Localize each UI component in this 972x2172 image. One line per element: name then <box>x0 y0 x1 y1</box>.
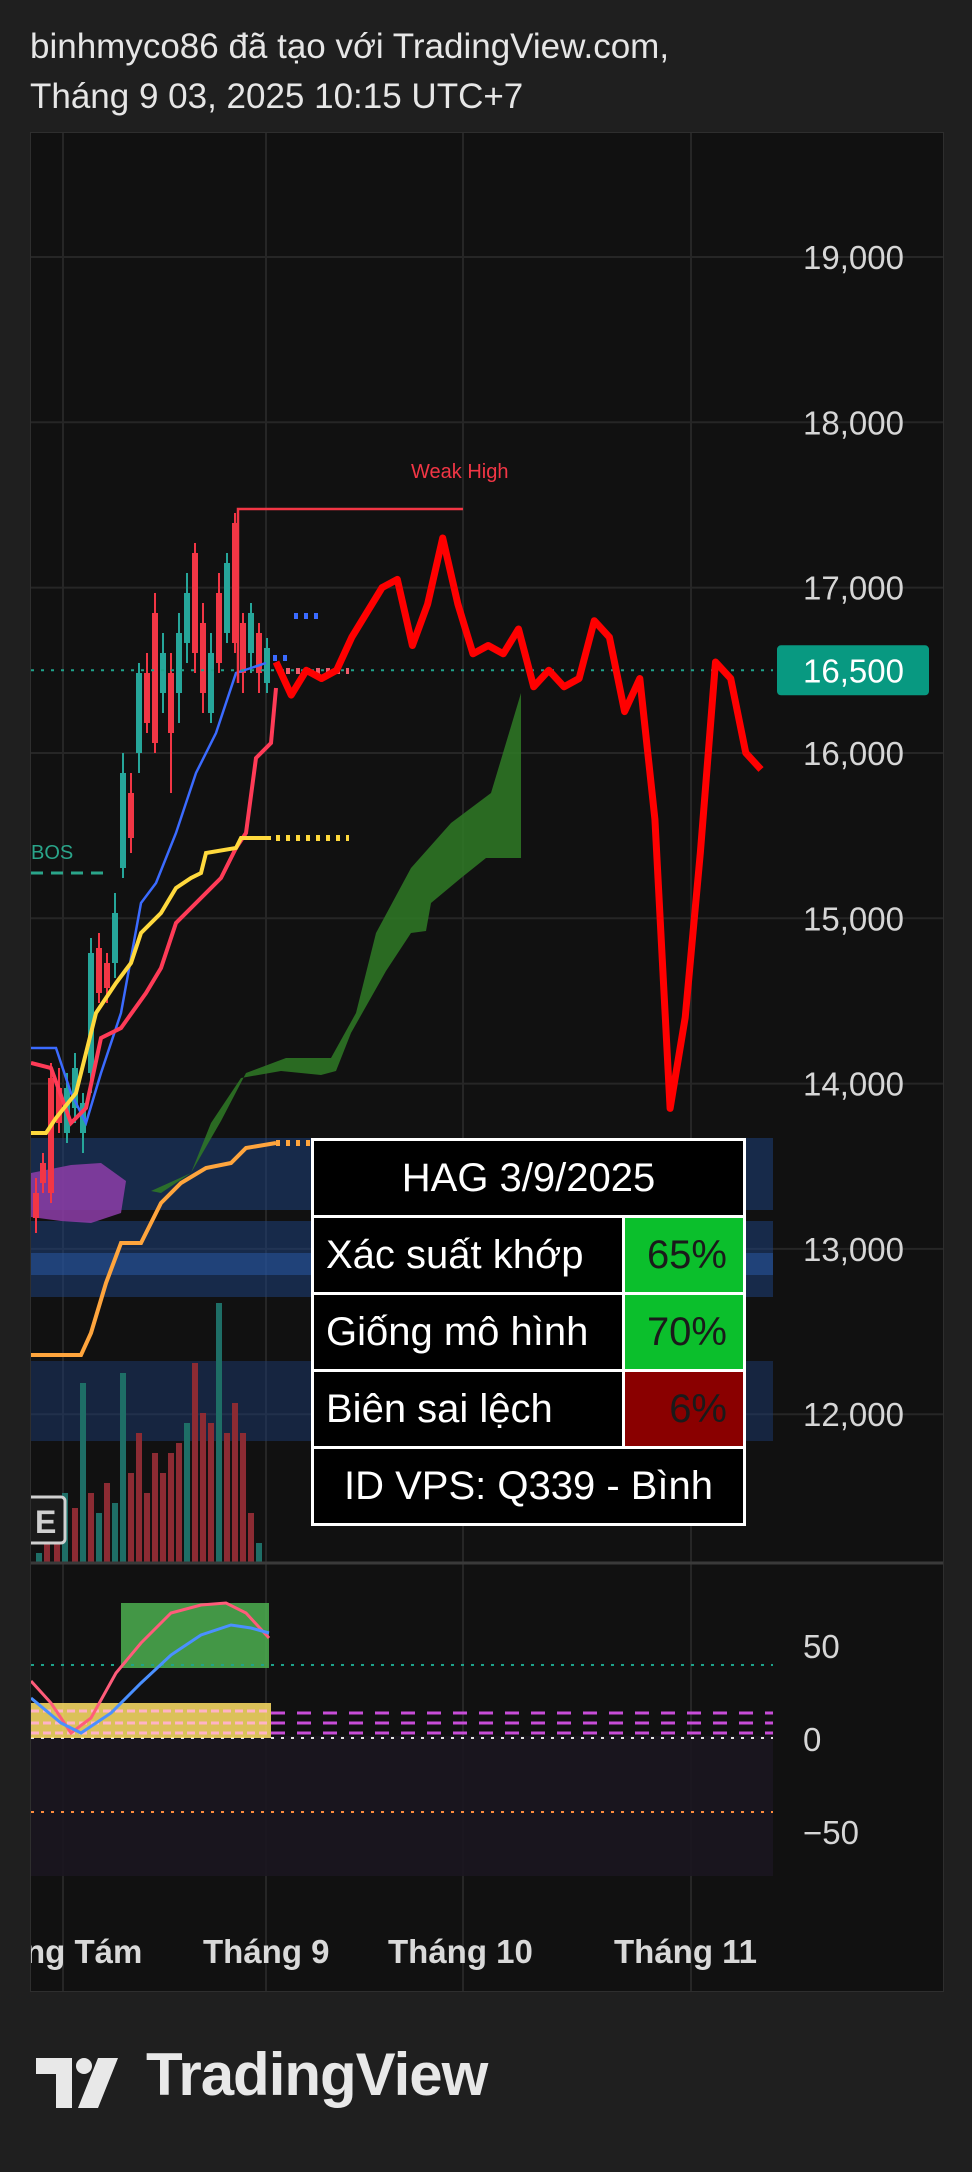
volume-bar <box>72 1508 78 1563</box>
weak-high-label: Weak High <box>411 461 508 483</box>
candle-body <box>224 563 230 633</box>
candle-body <box>248 613 254 653</box>
blue-moving-average <box>31 661 267 1127</box>
x-tick-september: Tháng 9 <box>203 1933 330 1970</box>
candle-body <box>40 1163 46 1183</box>
ichimoku-cloud-green <box>151 693 521 1193</box>
candle-body <box>112 913 118 963</box>
volume-bar <box>184 1423 190 1563</box>
y-tick-label: 15,000 <box>803 900 904 937</box>
price-chart[interactable]: BOS Weak High E 19,000 18,000 17,000 16,000… <box>31 133 943 1991</box>
y-tick-label: 13,000 <box>803 1231 904 1268</box>
badge-label: E <box>35 1504 56 1540</box>
candle-body <box>184 593 190 643</box>
volume-bar <box>152 1453 158 1563</box>
candle-body <box>128 793 134 838</box>
volume-bar <box>160 1473 166 1563</box>
volume-bar <box>256 1543 262 1563</box>
tradingview-logo-icon <box>36 2058 118 2108</box>
candle-body <box>152 613 158 743</box>
svg-text:50: 50 <box>803 1628 840 1665</box>
bos-label: BOS <box>31 842 73 864</box>
tradingview-logo-text: TradingView <box>146 2041 488 2108</box>
y-tick-label: 12,000 <box>803 1396 904 1433</box>
price-candles <box>33 513 270 1233</box>
candle-body <box>264 648 270 683</box>
header-author-line: binhmyco86 đã tạo với TradingView.com, <box>30 27 670 66</box>
svg-text:−50: −50 <box>803 1814 859 1851</box>
candle-body <box>208 653 214 713</box>
volume-bar <box>192 1363 198 1563</box>
volume-bar <box>104 1483 110 1563</box>
volume-bar <box>216 1303 222 1563</box>
header-date-line: Tháng 9 03, 2025 10:15 UTC+7 <box>30 77 524 116</box>
info-row: Biên sai lệch 6% <box>311 1369 746 1449</box>
info-row: Giống mô hình 70% <box>311 1292 746 1372</box>
candle-body <box>33 1193 39 1218</box>
x-tick-august: ng Tám <box>31 1933 142 1970</box>
info-row-label: Biên sai lệch <box>311 1369 625 1449</box>
candle-body <box>192 553 198 653</box>
volume-bar <box>224 1433 230 1563</box>
info-row-label: Xác suất khớp <box>311 1215 625 1295</box>
volume-bar <box>144 1493 150 1563</box>
volume-bar <box>88 1493 94 1563</box>
oscillator-pane <box>31 1601 773 1876</box>
y-tick-label: 17,000 <box>803 570 904 607</box>
volume-bar <box>248 1513 254 1563</box>
candle-body <box>104 963 110 988</box>
volume-bar <box>136 1433 142 1563</box>
info-row: Xác suất khớp 65% <box>311 1215 746 1295</box>
oscillator-axis-labels: 50 0 −50 <box>803 1628 859 1851</box>
candle-body <box>88 953 94 1073</box>
chart-header: binhmyco86 đã tạo với TradingView.com, T… <box>30 22 669 122</box>
volume-bar <box>128 1473 134 1563</box>
candle-body <box>240 623 246 673</box>
time-axis-labels: ng Tám Tháng 9 Tháng 10 Tháng 11 <box>31 1933 757 1970</box>
volume-bar <box>240 1433 246 1563</box>
y-tick-label: 16,000 <box>803 735 904 772</box>
svg-text:0: 0 <box>803 1721 821 1758</box>
current-price-text: 16,500 <box>803 652 904 689</box>
info-table: HAG 3/9/2025 Xác suất khớp 65% Giống mô … <box>311 1138 746 1526</box>
price-axis-labels: 19,000 18,000 17,000 16,000 15,000 14,000 13,0… <box>803 239 904 1433</box>
volume-bar <box>96 1513 102 1563</box>
chart-panel[interactable]: BOS Weak High E 19,000 18,000 17,000 16,000… <box>30 132 944 1992</box>
y-tick-label: 19,000 <box>803 239 904 276</box>
candle-body <box>200 623 206 693</box>
volume-bar <box>200 1413 206 1563</box>
info-row-value: 6% <box>622 1369 746 1449</box>
info-footer: ID VPS: Q339 - Bình <box>311 1446 746 1526</box>
volume-bar <box>120 1373 126 1563</box>
info-row-value: 70% <box>622 1292 746 1372</box>
volume-bar <box>80 1383 86 1563</box>
info-row-label: Giống mô hình <box>311 1292 625 1372</box>
candle-body <box>136 673 142 753</box>
x-tick-november: Tháng 11 <box>614 1933 757 1970</box>
info-title: HAG 3/9/2025 <box>311 1138 746 1218</box>
volume-bar <box>112 1503 118 1563</box>
candle-body <box>144 673 150 723</box>
candle-body <box>216 593 222 663</box>
info-row-value: 65% <box>622 1215 746 1295</box>
candle-body <box>48 1078 54 1193</box>
x-tick-october: Tháng 10 <box>388 1933 533 1970</box>
volume-bar <box>168 1453 174 1563</box>
candle-body <box>96 948 102 993</box>
volume-bar <box>232 1403 238 1563</box>
volume-bar <box>176 1443 182 1563</box>
volume-bar <box>208 1423 214 1563</box>
candle-body <box>176 633 182 693</box>
candle-body <box>120 773 126 868</box>
y-tick-label: 18,000 <box>803 404 904 441</box>
candle-body <box>160 653 166 693</box>
candle-body <box>168 673 174 733</box>
y-tick-label: 14,000 <box>803 1066 904 1103</box>
